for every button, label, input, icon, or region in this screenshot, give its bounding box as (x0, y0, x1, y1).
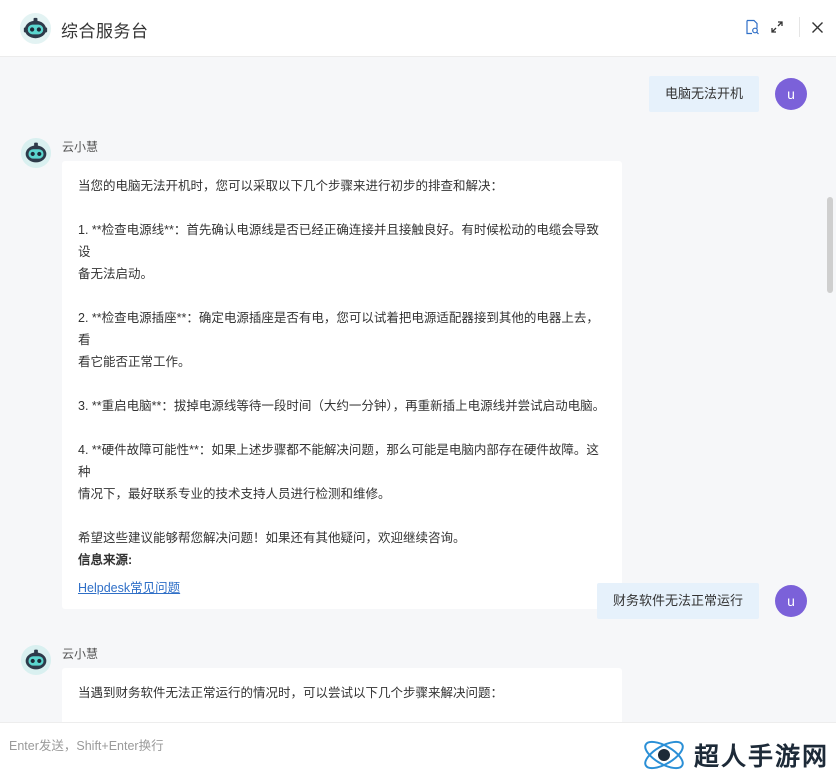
source-title: 信息来源: (78, 553, 133, 567)
close-icon (811, 21, 823, 33)
bot-text-closing: 希望这些建议能够帮您解决问题！如果还有其他疑问，欢迎继续咨询。 (78, 531, 466, 545)
site-watermark: 超人手游网 (640, 728, 836, 781)
bot-name: 云小慧 (62, 647, 99, 661)
robot-logo-icon (19, 12, 52, 45)
document-search-button[interactable] (742, 17, 762, 37)
chat-scrollbar[interactable] (827, 197, 833, 293)
bot-text-step4: 4. **硬件故障可能性**：如果上述步骤都不能解决问题，那么可能是电脑内部存在… (78, 443, 599, 501)
source-link[interactable]: Helpdesk常见问题 (78, 577, 180, 599)
user-message-bubble: 电脑无法开机 (648, 76, 759, 112)
bot-message-bubble: 当遇到财务软件无法正常运行的情况时，可以尝试以下几个步骤来解决问题： (62, 668, 622, 722)
watermark-text: 超人手游网 (694, 741, 830, 771)
watermark-logo-icon (644, 740, 684, 769)
bot-avatar-icon (20, 644, 52, 676)
bot-avatar-icon (20, 137, 52, 169)
user-avatar: u (775, 585, 807, 617)
expand-icon (771, 21, 783, 33)
expand-button[interactable] (767, 17, 787, 37)
chat-area[interactable]: 电脑无法开机 u 云小慧 当您的电脑无法开机时，您可以采取以下几个步骤来进行初步… (0, 57, 836, 722)
bot-text-intro: 当您的电脑无法开机时，您可以采取以下几个步骤来进行初步的排查和解决： (78, 179, 504, 193)
user-message: 财务软件无法正常运行 u (596, 583, 807, 619)
document-search-icon (746, 19, 759, 35)
bot-text-step2: 2. **检查电源插座**：确定电源插座是否有电，您可以试着把电源适配器接到其他… (78, 311, 599, 369)
bot-text-step3: 3. **重启电脑**：拔掉电源线等待一段时间（大约一分钟），再重新插上电源线并… (78, 399, 606, 413)
bot-name: 云小慧 (62, 140, 99, 154)
header-divider (799, 17, 800, 37)
message-input[interactable] (9, 735, 609, 757)
close-button[interactable] (807, 17, 827, 37)
user-avatar: u (775, 78, 807, 110)
bot-text-intro: 当遇到财务软件无法正常运行的情况时，可以尝试以下几个步骤来解决问题： (78, 686, 504, 700)
bot-message-bubble: 当您的电脑无法开机时，您可以采取以下几个步骤来进行初步的排查和解决： 1. **… (62, 161, 622, 609)
user-message-bubble: 财务软件无法正常运行 (596, 583, 759, 619)
page-title: 综合服务台 (61, 22, 149, 41)
header-bar: 综合服务台 (0, 0, 836, 57)
bot-text-step1: 1. **检查电源线**：首先确认电源线是否已经正确连接并且接触良好。有时候松动… (78, 223, 599, 281)
user-message: 电脑无法开机 u (648, 76, 807, 112)
